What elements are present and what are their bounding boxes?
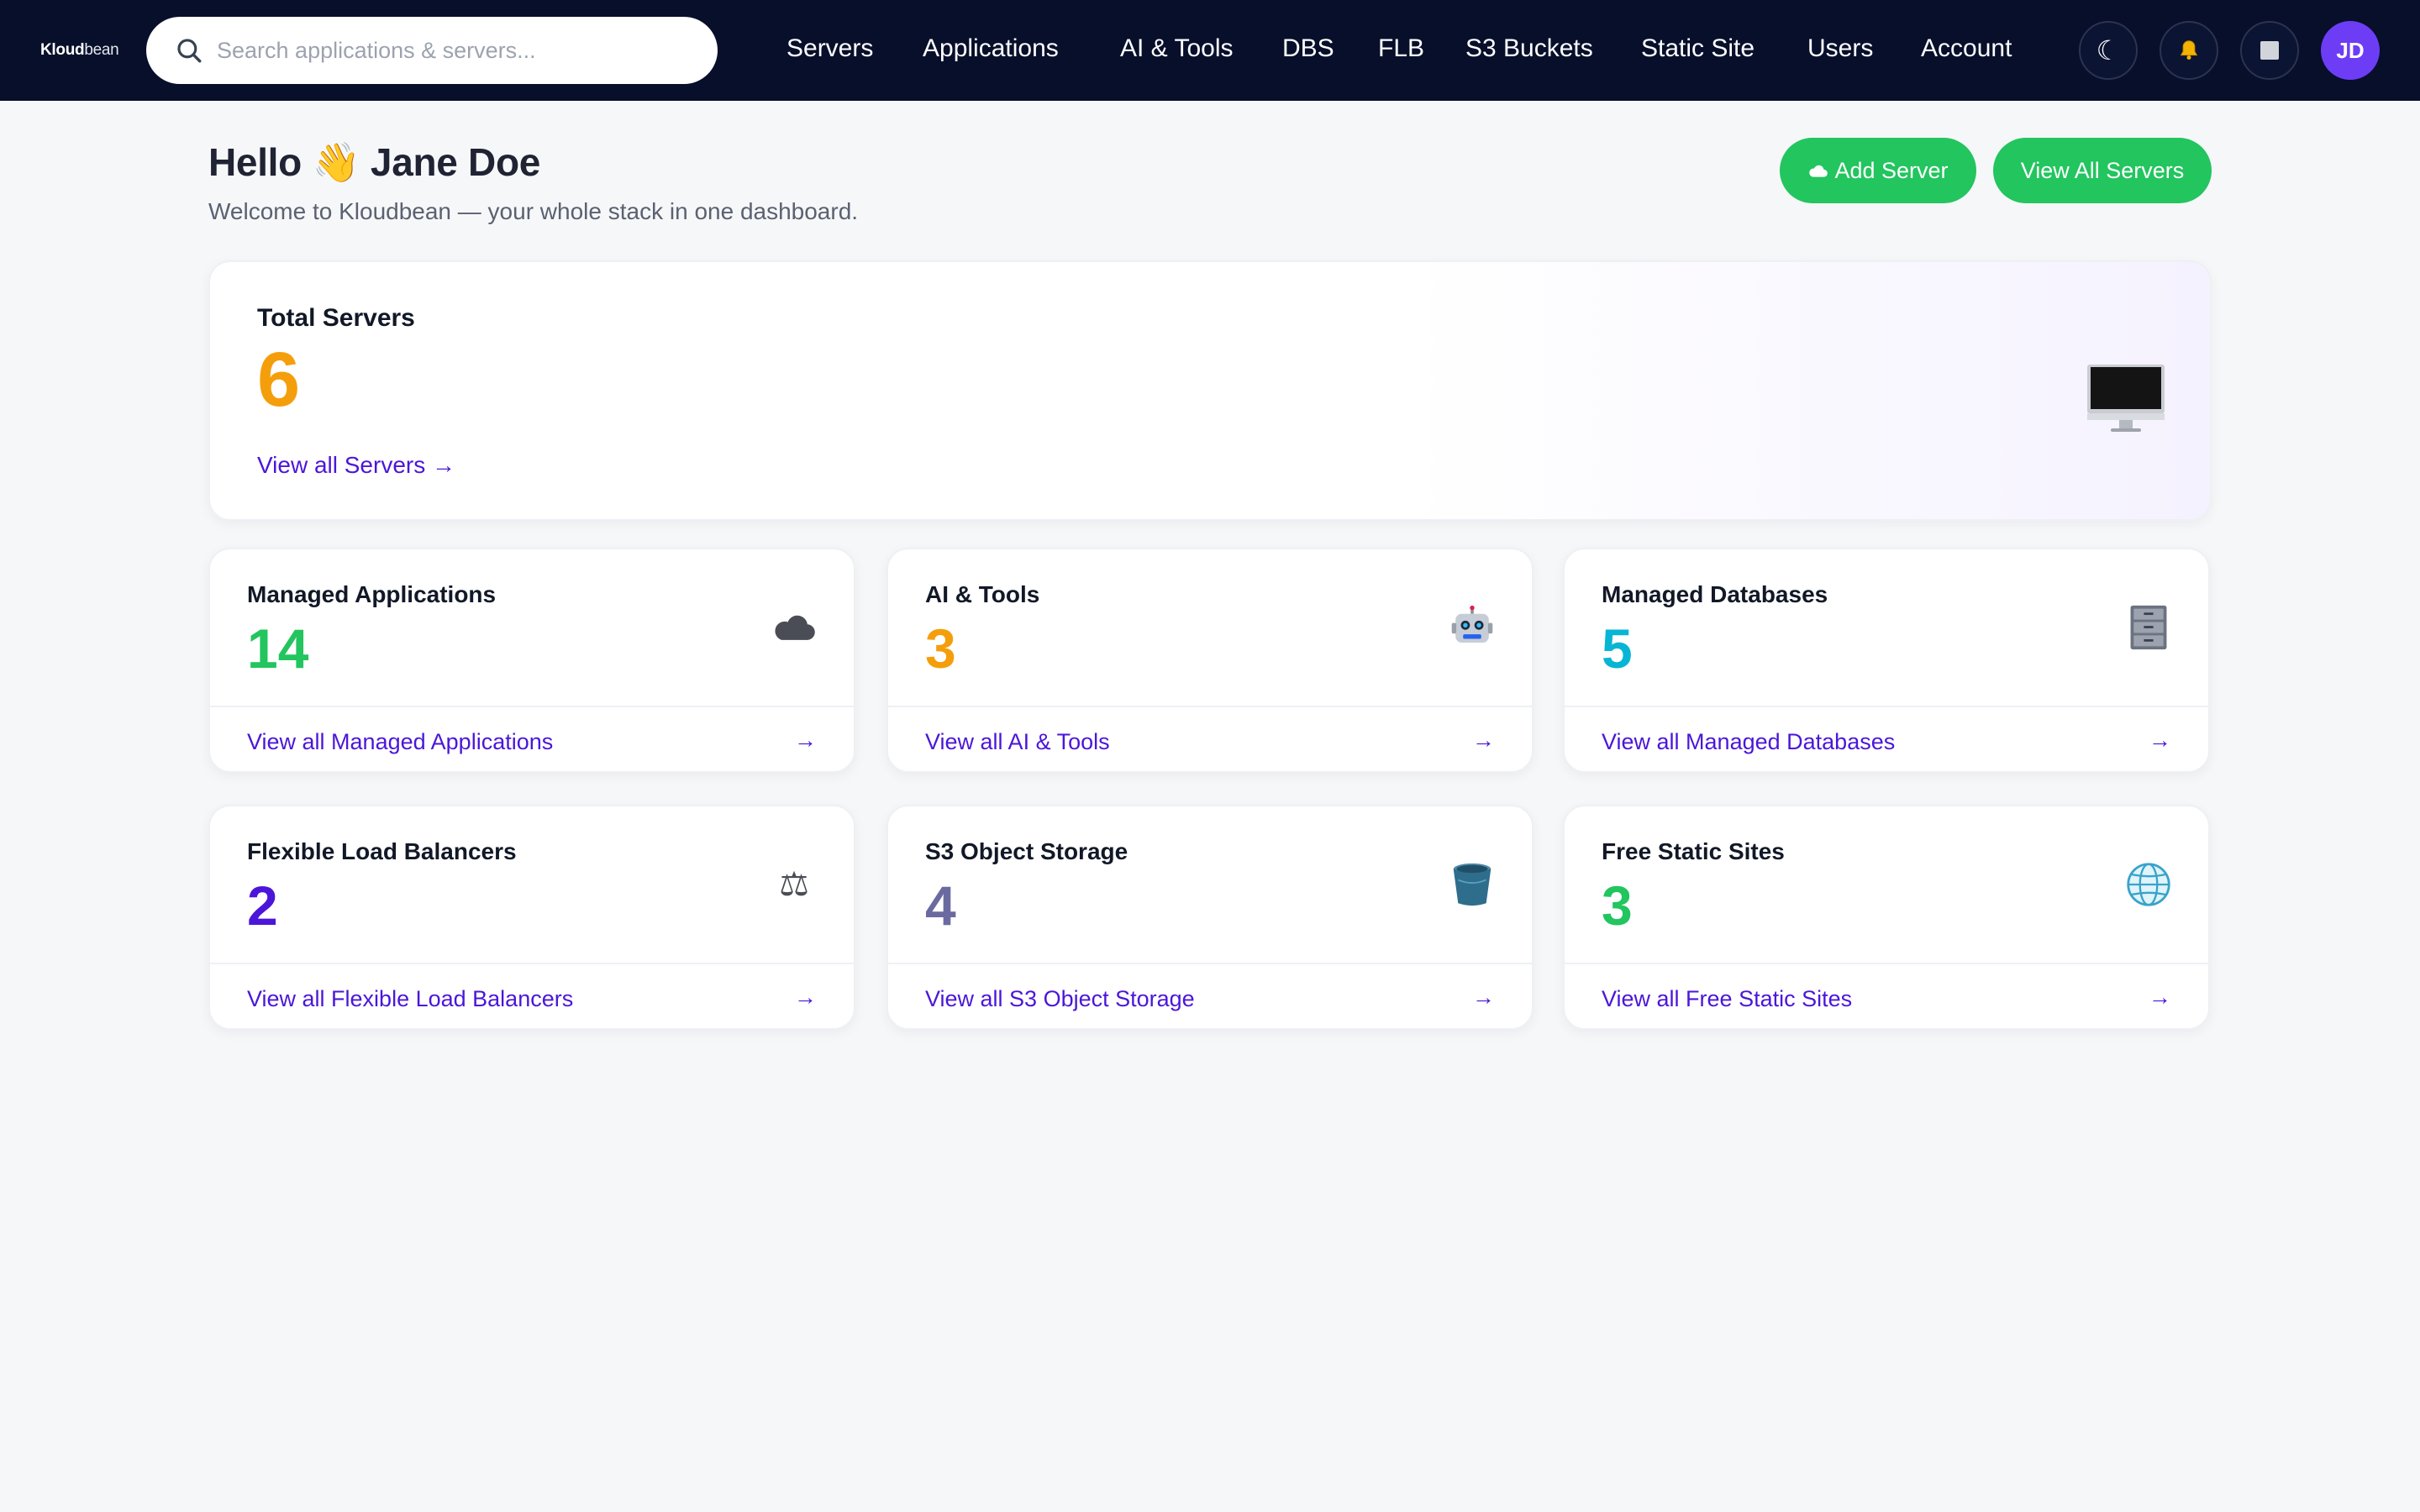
nav-servers[interactable]: Servers: [786, 30, 873, 67]
view-all-servers-button[interactable]: View All Servers: [1993, 138, 2212, 203]
view-all-managed-databases-link[interactable]: View all Managed Databases: [1602, 729, 1895, 755]
card-label: Managed Databases: [1602, 581, 1828, 607]
card-value: 4: [925, 874, 956, 937]
ai-tools-card: AI & Tools 3 View all AI & Tools →: [886, 548, 1534, 773]
page-subtitle: Welcome to Kloudbean — your whole stack …: [208, 198, 859, 224]
bell-icon: [2180, 40, 2198, 60]
card-divider: [888, 706, 1532, 707]
avatar[interactable]: JD: [2321, 21, 2380, 80]
view-all-servers-link[interactable]: View all Servers →: [257, 452, 455, 479]
theme-toggle-button[interactable]: ☾: [2079, 21, 2138, 80]
card-divider: [1565, 963, 2208, 964]
add-server-button[interactable]: Add Server: [1780, 138, 1976, 203]
card-value: 5: [1602, 617, 1633, 680]
card-label: S3 Object Storage: [925, 838, 1128, 864]
user-name: Jane Doe: [370, 140, 541, 184]
top-navigation-bar: Kloudbean Servers Applications AI & Tool…: [0, 0, 2420, 101]
card-value: 2: [247, 874, 278, 937]
add-server-label: Add Server: [1834, 157, 1949, 183]
card-value: 3: [1602, 874, 1633, 937]
free-static-sites-card: Free Static Sites 3 View all Free Static…: [1563, 805, 2210, 1030]
view-all-flexible-load-balancers-link[interactable]: View all Flexible Load Balancers: [247, 986, 573, 1012]
managed-databases-card: Managed Databases 5 View all Managed Dat…: [1563, 548, 2210, 773]
view-all-s3-object-storage-link[interactable]: View all S3 Object Storage: [925, 986, 1195, 1012]
nav-dbs[interactable]: DBS: [1282, 30, 1334, 67]
card-label: Flexible Load Balancers: [247, 838, 517, 864]
cloud-icon: [1809, 165, 1828, 177]
main-nav: Servers Applications AI & Tools DBS FLB …: [0, 0, 2420, 101]
arrow-right-icon[interactable]: →: [2149, 984, 2171, 1011]
moon-icon: ☾: [2096, 35, 2121, 66]
card-divider: [888, 963, 1532, 964]
robot-icon: [1448, 603, 1497, 652]
apps-menu-button[interactable]: [2240, 21, 2299, 80]
bucket-icon: [1448, 860, 1497, 909]
card-label: Managed Applications: [247, 581, 497, 607]
s3-object-storage-card: S3 Object Storage 4 View all S3 Object S…: [886, 805, 1534, 1030]
card-label: Free Static Sites: [1602, 838, 1785, 864]
card-label: Total Servers: [257, 304, 415, 332]
total-servers-card: Total Servers 6 View all Servers →: [208, 260, 2212, 521]
nav-ai-tools[interactable]: AI & Tools: [1120, 30, 1234, 67]
nav-account[interactable]: Account: [1921, 30, 2012, 67]
page-title: Hello 👋 Jane Doe: [208, 139, 540, 186]
arrow-right-icon[interactable]: →: [794, 984, 817, 1011]
card-divider: [1565, 706, 2208, 707]
nav-s3-buckets[interactable]: S3 Buckets: [1465, 30, 1593, 67]
arrow-right-icon[interactable]: →: [794, 727, 817, 753]
card-divider: [210, 706, 854, 707]
card-value: 14: [247, 617, 309, 680]
monitor-icon: [2087, 365, 2165, 432]
view-all-managed-applications-link[interactable]: View all Managed Applications: [247, 729, 553, 755]
nav-users[interactable]: Users: [1807, 30, 1873, 67]
view-all-free-static-sites-link[interactable]: View all Free Static Sites: [1602, 986, 1852, 1012]
globe-icon: [2124, 860, 2173, 909]
nav-flb[interactable]: FLB: [1378, 30, 1424, 67]
notifications-button[interactable]: [2160, 21, 2218, 80]
card-value: 6: [257, 337, 301, 423]
card-label: AI & Tools: [925, 581, 1040, 607]
managed-applications-card: Managed Applications 14 View all Managed…: [208, 548, 855, 773]
file-cabinet-icon: [2124, 603, 2173, 652]
card-divider: [210, 963, 854, 964]
flexible-load-balancers-card: Flexible Load Balancers 2 ⚖ View all Fle…: [208, 805, 855, 1030]
nav-static-site[interactable]: Static Site: [1641, 30, 1754, 67]
view-all-ai-tools-link[interactable]: View all AI & Tools: [925, 729, 1110, 755]
arrow-right-icon[interactable]: →: [1472, 984, 1495, 1011]
cloud-icon: [770, 603, 818, 652]
greeting-prefix: Hello: [208, 140, 302, 184]
grid-icon: [2260, 41, 2279, 60]
card-value: 3: [925, 617, 956, 680]
arrow-right-icon[interactable]: →: [2149, 727, 2171, 753]
nav-applications[interactable]: Applications: [923, 30, 1059, 67]
wave-icon: 👋: [312, 140, 360, 184]
arrow-right-icon[interactable]: →: [1472, 727, 1495, 753]
scales-icon: ⚖: [779, 866, 809, 903]
